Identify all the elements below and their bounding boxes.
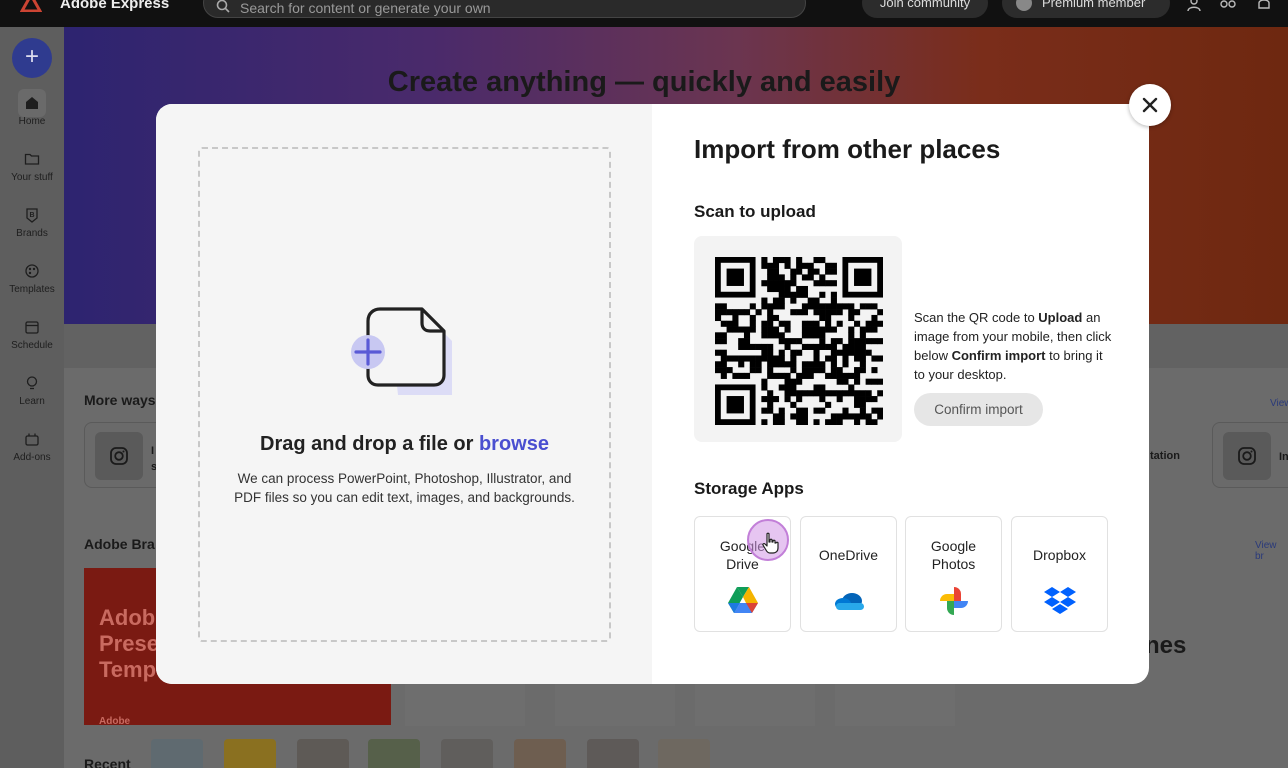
sidebar-item-schedule[interactable]: Schedule (0, 319, 64, 351)
recent-thumbnail[interactable] (514, 739, 566, 768)
scan-text-bold: Confirm import (951, 348, 1046, 363)
hero-title: Create anything — quickly and easily (387, 66, 901, 98)
import-modal: Drag and drop a file or browse We can pr… (156, 104, 1149, 684)
sidebar-item-brands[interactable]: B Brands (0, 207, 64, 239)
storage-app-onedrive[interactable]: OneDrive (800, 516, 897, 632)
drop-title: Drag and drop a file or browse (200, 433, 609, 456)
storage-app-label: OneDrive (818, 547, 879, 563)
sidebar-item-label: Add-ons (13, 452, 51, 463)
adobe-express-logo (20, 0, 42, 12)
app-name: Adobe Express (60, 0, 170, 12)
google-photos-icon (940, 587, 968, 615)
drop-title-text: Drag and drop a file or (260, 433, 479, 455)
browse-link[interactable]: browse (479, 433, 549, 455)
confirm-import-button[interactable]: Confirm import (914, 393, 1043, 426)
sidebar-item-label: Schedule (11, 340, 53, 351)
sidebar-item-label: Brands (16, 228, 48, 239)
view-brands-link[interactable]: View br (1255, 540, 1288, 562)
dropbox-icon (1044, 587, 1076, 614)
storage-heading: Storage Apps (694, 479, 804, 498)
add-file-icon (351, 307, 452, 395)
quick-action-card[interactable]: In (1212, 422, 1288, 488)
section-text: nes (1145, 632, 1187, 659)
card-text: tation (1150, 450, 1180, 462)
search-input[interactable]: Search for content or generate your own (203, 0, 806, 18)
search-icon (216, 0, 230, 13)
scan-text-bold: Upload (1038, 310, 1083, 325)
user-icon[interactable] (1186, 0, 1202, 12)
close-icon (1142, 97, 1158, 113)
premium-icon (1016, 0, 1032, 11)
sidebar: + Home Your stuff B Brands Templates Sch… (0, 27, 64, 768)
recent-thumbnail[interactable] (587, 739, 639, 768)
brand-section-heading: Adobe Bra (84, 536, 155, 552)
file-dropzone[interactable]: Drag and drop a file or browse We can pr… (198, 147, 611, 642)
instagram-icon (95, 432, 143, 480)
premium-label: Premium member (1042, 0, 1146, 10)
view-link[interactable]: View (1270, 398, 1288, 409)
sidebar-item-home[interactable]: Home (0, 95, 64, 127)
upload-panel: Drag and drop a file or browse We can pr… (156, 104, 652, 684)
recent-thumbnail[interactable] (224, 739, 276, 768)
premium-member-button[interactable]: Premium member (1002, 0, 1170, 18)
scan-description: Scan the QR code to Upload an image from… (914, 308, 1114, 384)
sidebar-item-add-ons[interactable]: Add-ons (0, 431, 64, 463)
storage-app-dropbox[interactable]: Dropbox (1011, 516, 1108, 632)
sidebar-item-learn[interactable]: Learn (0, 375, 64, 407)
sidebar-item-label: Your stuff (11, 172, 53, 183)
scan-text: Scan the QR code to (914, 310, 1039, 325)
google-drive-icon (728, 587, 758, 613)
qr-code (694, 236, 902, 442)
recent-thumbnail[interactable] (441, 739, 493, 768)
templates-icon (25, 264, 39, 278)
scan-heading: Scan to upload (694, 202, 816, 221)
bell-icon[interactable] (1256, 0, 1272, 12)
calendar-icon (25, 321, 39, 334)
recent-thumbnail[interactable] (297, 739, 349, 768)
recent-thumbnail[interactable] (658, 739, 710, 768)
qr-code-image (715, 257, 883, 425)
recent-thumbnail[interactable] (368, 739, 420, 768)
storage-app-google-photos[interactable]: Google Photos (905, 516, 1002, 632)
close-button[interactable] (1129, 84, 1171, 126)
template-subtitle: Adobe (99, 716, 131, 727)
recent-heading: Recent (84, 756, 131, 768)
instagram-icon (1223, 432, 1271, 480)
addons-icon (25, 433, 39, 446)
join-community-button[interactable]: Join community (862, 0, 988, 18)
apps-icon[interactable] (1220, 0, 1236, 12)
recent-thumbnail[interactable] (151, 739, 203, 768)
svg-text:B: B (29, 212, 34, 219)
drop-description: We can process PowerPoint, Photoshop, Il… (234, 471, 575, 505)
lightbulb-icon (26, 376, 38, 390)
search-placeholder: Search for content or generate your own (240, 0, 491, 16)
storage-app-label: Google Photos (930, 538, 977, 572)
quick-action-card[interactable]: I s (84, 422, 164, 488)
sidebar-item-label: Templates (9, 284, 55, 295)
sidebar-item-label: Home (18, 116, 46, 127)
storage-app-label: Dropbox (1033, 547, 1086, 563)
import-title: Import from other places (694, 134, 1001, 164)
template-title: Adob Prese Temp (99, 605, 159, 682)
sidebar-item-your-stuff[interactable]: Your stuff (0, 151, 64, 183)
folder-icon (24, 153, 40, 165)
sidebar-item-templates[interactable]: Templates (0, 263, 64, 295)
more-ways-heading: More ways (84, 392, 156, 408)
onedrive-icon (835, 593, 864, 610)
pointer-hand-icon (762, 532, 779, 554)
sidebar-item-label: Learn (19, 396, 45, 407)
top-bar: Adobe Express Search for content or gene… (0, 0, 1288, 27)
card-text: In (1279, 451, 1288, 463)
brand-icon: B (26, 208, 38, 223)
